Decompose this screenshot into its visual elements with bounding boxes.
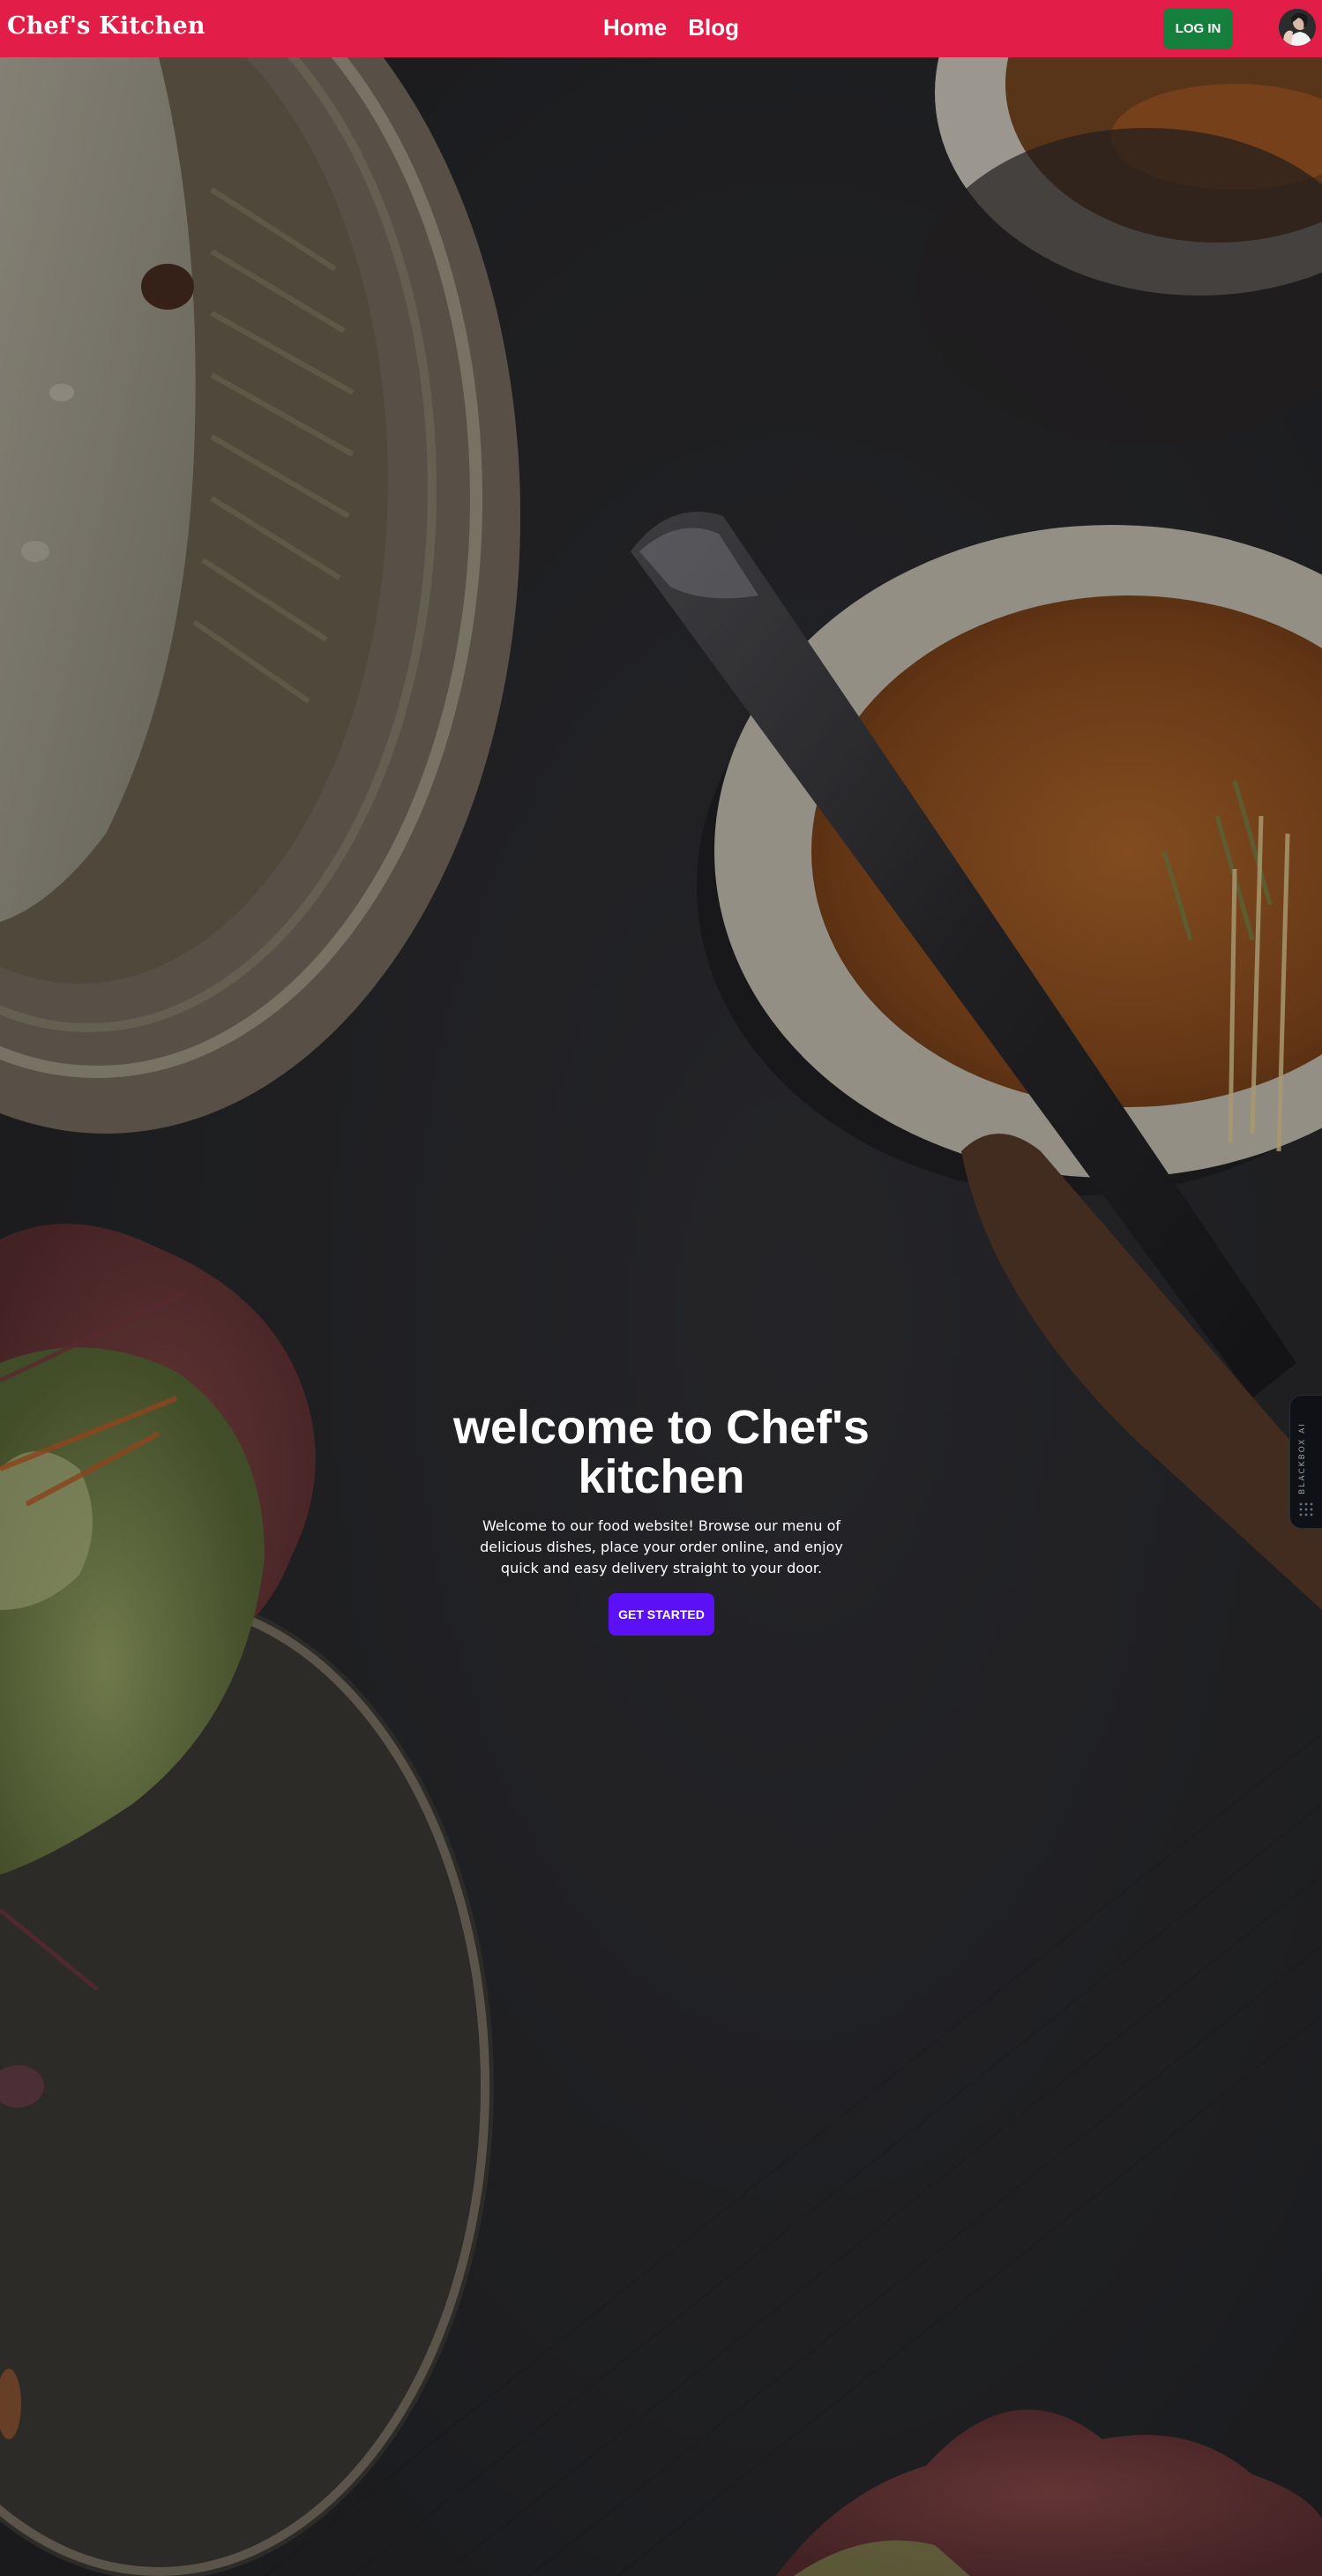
nav-link-blog[interactable]: Blog	[688, 14, 739, 41]
top-navbar: Chef's Kitchen Home Blog LOG IN	[0, 0, 1322, 57]
hero-description: Welcome to our food website! Browse our …	[480, 1517, 843, 1576]
main-nav: Home Blog	[603, 14, 739, 41]
hero-background-image	[0, 57, 1322, 2576]
nav-link-home[interactable]: Home	[603, 14, 667, 41]
blackbox-ai-label: BLACKBOX AI	[1298, 1422, 1307, 1494]
avatar-image	[1279, 9, 1316, 46]
site-brand-logo[interactable]: Chef's Kitchen	[7, 12, 205, 40]
get-started-button[interactable]: GET STARTED	[609, 1593, 714, 1636]
hero-section: welcome to Chef's kitchen Welcome to our…	[441, 1403, 882, 1636]
blackbox-ai-widget[interactable]: BLACKBOX AI	[1289, 1395, 1322, 1529]
login-button[interactable]: LOG IN	[1163, 8, 1233, 49]
user-avatar[interactable]	[1279, 9, 1316, 46]
hero-title: welcome to Chef's kitchen	[453, 1401, 870, 1503]
food-photo-background	[0, 57, 1322, 2576]
blackbox-dots-icon	[1299, 1502, 1313, 1516]
